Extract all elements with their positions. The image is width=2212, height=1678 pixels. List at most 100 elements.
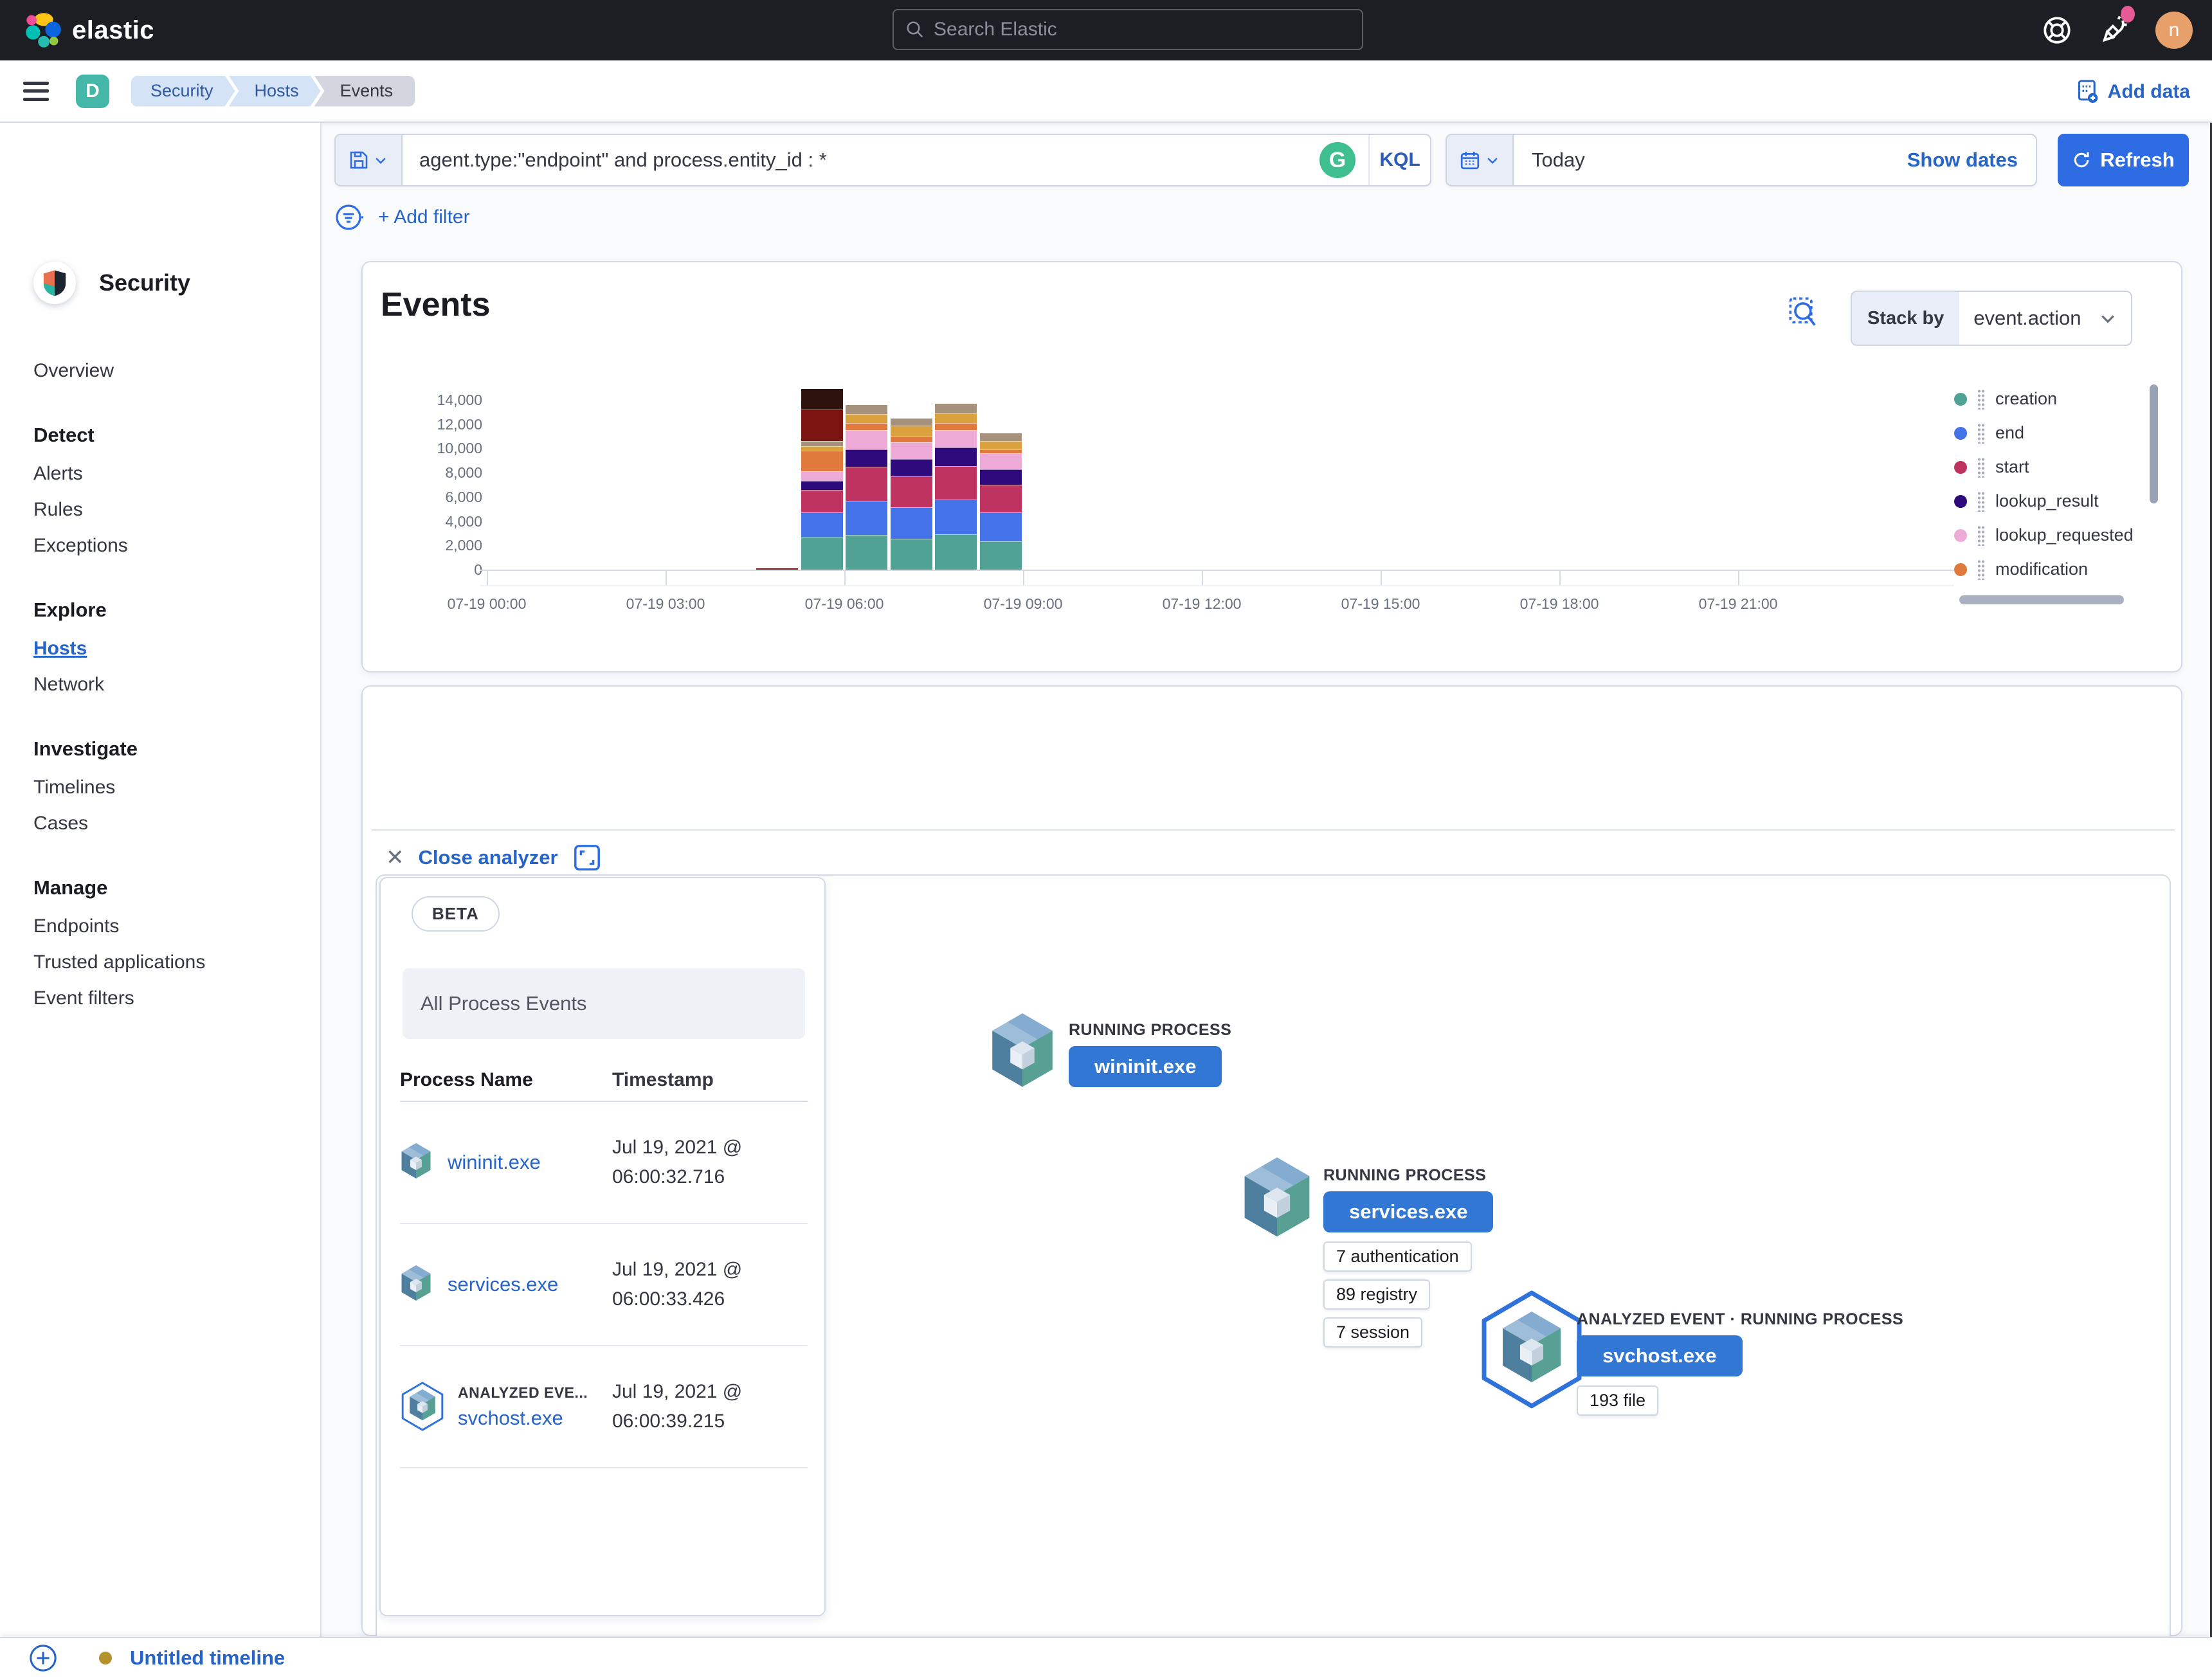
bar-segment-modification[interactable] bbox=[800, 450, 844, 473]
legend-item-creation[interactable]: creation bbox=[1954, 382, 2057, 416]
bar-segment-modification[interactable] bbox=[889, 435, 933, 444]
breadcrumb-item-events[interactable]: Events bbox=[314, 75, 415, 107]
bar-segment-lookup_result[interactable] bbox=[845, 449, 889, 467]
date-quick-menu-button[interactable] bbox=[1447, 135, 1514, 185]
untitled-timeline-button[interactable]: Untitled timeline bbox=[130, 1646, 285, 1670]
event-count-badge[interactable]: 7 authentication bbox=[1323, 1241, 1472, 1272]
legend-scrollbar-vertical[interactable] bbox=[2150, 384, 2158, 503]
avatar[interactable]: n bbox=[2155, 12, 2193, 49]
node-process-button[interactable]: wininit.exe bbox=[1069, 1046, 1222, 1087]
bar-segment-series_darkred[interactable] bbox=[800, 409, 844, 442]
process-cube-icon[interactable] bbox=[1241, 1156, 1313, 1243]
bar-segment-creation[interactable] bbox=[934, 534, 978, 570]
bar-segment-series_gold[interactable] bbox=[889, 424, 933, 437]
bar-segment-lookup_requested[interactable] bbox=[889, 441, 933, 460]
bar-segment-modification[interactable] bbox=[934, 422, 978, 431]
bar-segment-end[interactable] bbox=[800, 512, 844, 538]
bar-segment-lookup_result[interactable] bbox=[800, 480, 844, 491]
sidebar-item-exceptions[interactable]: Exceptions bbox=[33, 535, 128, 557]
bar-segment-modification[interactable] bbox=[845, 422, 889, 431]
legend-item-start[interactable]: start bbox=[1954, 450, 2029, 484]
bar-segment-lookup_result[interactable] bbox=[889, 458, 933, 477]
process-cube-icon[interactable] bbox=[989, 1012, 1056, 1093]
bar-segment-lookup_requested[interactable] bbox=[800, 471, 844, 482]
legend-item-lookup_requested[interactable]: lookup_requested bbox=[1954, 518, 2134, 552]
bar-segment-end[interactable] bbox=[934, 498, 978, 536]
bar-segment-creation[interactable] bbox=[800, 536, 844, 570]
sidebar-item-cases[interactable]: Cases bbox=[33, 813, 88, 834]
date-range-value[interactable]: Today bbox=[1514, 149, 1907, 172]
bar-segment-lookup_requested[interactable] bbox=[845, 429, 889, 451]
bar-segment-start[interactable] bbox=[934, 465, 978, 500]
filter-icon[interactable] bbox=[334, 202, 365, 233]
node-process-button[interactable]: svchost.exe bbox=[1577, 1335, 1743, 1376]
sidebar-item-hosts[interactable]: Hosts bbox=[33, 638, 87, 660]
bar-segment-lookup_requested[interactable] bbox=[979, 452, 1022, 471]
refresh-button[interactable]: Refresh bbox=[2058, 134, 2189, 186]
bar-segment-series_tan[interactable] bbox=[979, 432, 1022, 442]
bar-segment-series_tan[interactable] bbox=[800, 440, 844, 447]
process-link[interactable]: services.exe bbox=[448, 1273, 558, 1296]
add-filter-button[interactable]: + Add filter bbox=[378, 206, 470, 228]
bar-segment-series_maroon[interactable] bbox=[800, 388, 844, 411]
elastic-logo[interactable]: elastic bbox=[24, 12, 154, 49]
bar-segment-end[interactable] bbox=[979, 512, 1022, 542]
bar-segment-modification[interactable] bbox=[979, 449, 1022, 454]
close-analyzer-button[interactable]: Close analyzer bbox=[419, 846, 558, 869]
legend-item-lookup_result[interactable]: lookup_result bbox=[1954, 484, 2099, 518]
bar-segment-start[interactable] bbox=[845, 465, 889, 501]
add-data-button[interactable]: Add data bbox=[2077, 60, 2190, 123]
bar-segment-start[interactable] bbox=[800, 489, 844, 514]
search-input[interactable] bbox=[934, 19, 1350, 41]
bar-segment-series_gold[interactable] bbox=[979, 440, 1022, 451]
bar-segment-series_tan[interactable] bbox=[845, 404, 889, 415]
breadcrumb-item-hosts[interactable]: Hosts bbox=[229, 76, 321, 107]
newsfeed-button[interactable] bbox=[2098, 5, 2135, 49]
bar-segment-series_tan[interactable] bbox=[889, 418, 933, 426]
bar-segment-series_tan[interactable] bbox=[934, 402, 978, 414]
sidebar-item-endpoints[interactable]: Endpoints bbox=[33, 916, 119, 937]
sidebar-item-overview[interactable]: Overview bbox=[33, 360, 114, 382]
event-count-badge[interactable]: 193 file bbox=[1577, 1385, 1659, 1416]
space-badge[interactable]: D bbox=[76, 74, 109, 108]
query-input[interactable]: agent.type:"endpoint" and process.entity… bbox=[403, 149, 1319, 172]
bar-segment-series_gold[interactable] bbox=[800, 445, 844, 452]
breadcrumb-item-security[interactable]: Security bbox=[131, 76, 235, 107]
process-link[interactable]: svchost.exe bbox=[458, 1407, 588, 1430]
bar-segment-end[interactable] bbox=[845, 500, 889, 536]
add-timeline-icon[interactable] bbox=[28, 1643, 58, 1673]
help-icon[interactable] bbox=[2041, 14, 2073, 46]
sidebar-item-rules[interactable]: Rules bbox=[33, 499, 83, 521]
bar-segment-start[interactable] bbox=[979, 483, 1022, 514]
close-icon[interactable]: ✕ bbox=[386, 845, 404, 871]
bar-segment-lookup_requested[interactable] bbox=[934, 429, 978, 448]
saved-query-menu-button[interactable] bbox=[336, 135, 403, 185]
legend-scrollbar-horizontal[interactable] bbox=[1959, 595, 2124, 604]
bar-segment-lookup_result[interactable] bbox=[934, 446, 978, 467]
process-link[interactable]: wininit.exe bbox=[448, 1151, 541, 1174]
sidebar-item-timelines[interactable]: Timelines bbox=[33, 777, 115, 798]
bar-segment-series_gold[interactable] bbox=[845, 413, 889, 424]
bar-segment-series_gold[interactable] bbox=[934, 412, 978, 424]
bar-segment-lookup_result[interactable] bbox=[979, 469, 1022, 485]
legend-item-modification[interactable]: modification bbox=[1954, 552, 2088, 586]
show-dates-button[interactable]: Show dates bbox=[1907, 149, 2036, 172]
event-count-badge[interactable]: 89 registry bbox=[1323, 1279, 1431, 1310]
menu-icon[interactable] bbox=[23, 81, 49, 101]
event-count-badge[interactable]: 7 session bbox=[1323, 1317, 1423, 1348]
bar-segment-creation[interactable] bbox=[889, 537, 933, 570]
sidebar-item-alerts[interactable]: Alerts bbox=[33, 463, 83, 485]
global-search[interactable] bbox=[893, 9, 1363, 50]
legend-item-end[interactable]: end bbox=[1954, 416, 2024, 450]
node-process-button[interactable]: services.exe bbox=[1323, 1191, 1494, 1232]
events-chart[interactable]: 0 2,000 4,000 6,000 8,000 10,000 12,000 14,000 0… bbox=[363, 262, 2181, 671]
sidebar-item-event-filters[interactable]: Event filters bbox=[33, 988, 134, 1009]
bar-segment-creation[interactable] bbox=[845, 534, 889, 570]
query-language-button[interactable]: KQL bbox=[1368, 135, 1430, 185]
fullscreen-icon[interactable] bbox=[572, 843, 602, 872]
bar-segment-end[interactable] bbox=[889, 506, 933, 539]
sidebar-item-network[interactable]: Network bbox=[33, 674, 104, 696]
bar-segment-creation[interactable] bbox=[979, 540, 1022, 570]
bar-segment-start[interactable] bbox=[889, 475, 933, 508]
sidebar-item-trusted-applications[interactable]: Trusted applications bbox=[33, 952, 205, 973]
